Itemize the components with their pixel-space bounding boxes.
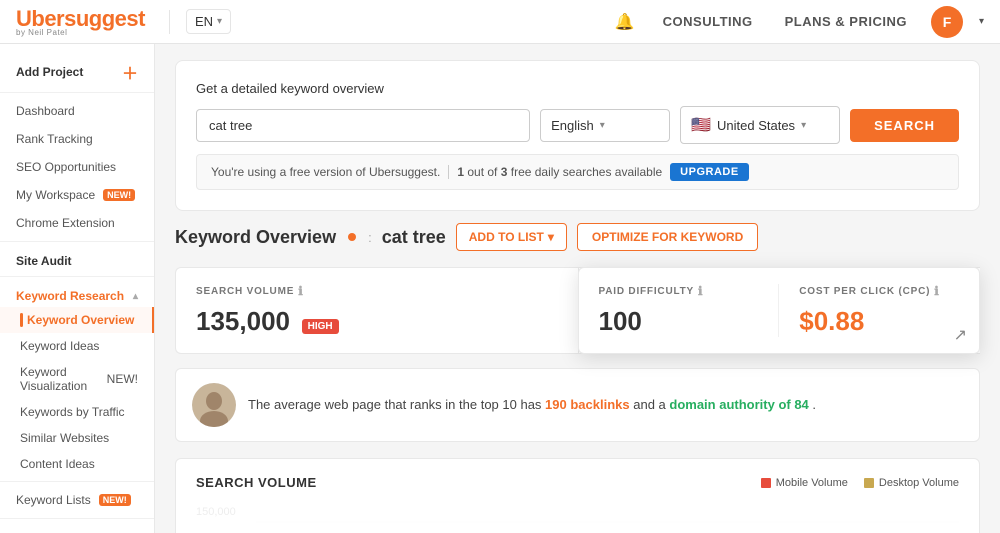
add-icon: ＋	[122, 60, 138, 84]
cursor-icon: ↗	[954, 325, 967, 345]
sidebar-item-rank-tracking[interactable]: Rank Tracking	[0, 125, 154, 153]
traffic-estimation-section[interactable]: Traffic Estimation ▸	[0, 523, 154, 533]
free-notice-bar: You're using a free version of Ubersugge…	[196, 154, 959, 190]
lang-label: EN	[195, 14, 213, 29]
language-value: English	[551, 118, 594, 133]
keyword-input[interactable]	[196, 109, 530, 142]
cpc-info-icon[interactable]: ℹ	[934, 284, 939, 298]
keyword-overview-title: Keyword Overview	[175, 227, 336, 248]
lang-dropdown-chevron-icon: ▾	[600, 120, 605, 131]
language-dropdown[interactable]: English ▾	[540, 109, 670, 142]
main-layout: Add Project ＋ Dashboard Rank Tracking SE…	[0, 44, 1000, 533]
searches-remaining-text: 1 out of 3 free daily searches available	[457, 165, 662, 179]
search-volume-value: 135,000 HIGH	[196, 306, 558, 337]
keyword-value: cat tree	[382, 227, 446, 248]
avatar-image	[192, 383, 236, 427]
sidebar: Add Project ＋ Dashboard Rank Tracking SE…	[0, 44, 155, 533]
kv-new-badge: NEW!	[107, 372, 138, 386]
search-row: English ▾ 🇺🇸 United States ▾ SEARCH	[196, 106, 959, 144]
location-dropdown[interactable]: 🇺🇸 United States ▾	[680, 106, 840, 144]
mobile-volume-color-icon	[761, 478, 771, 488]
active-indicator	[20, 313, 23, 327]
avatar-chevron-icon[interactable]: ▾	[979, 16, 984, 27]
high-badge: HIGH	[302, 319, 339, 334]
cpc-value: $0.88	[799, 306, 959, 337]
sv-title: SEARCH VOLUME	[196, 475, 317, 490]
cpc-label: COST PER CLICK (CPC) ℹ	[799, 284, 959, 298]
free-notice-text: You're using a free version of Ubersugge…	[211, 165, 440, 179]
consulting-nav-link[interactable]: CONSULTING	[655, 10, 761, 33]
sidebar-item-keyword-visualization[interactable]: Keyword Visualization NEW!	[0, 359, 154, 399]
sidebar-item-keywords-by-traffic[interactable]: Keywords by Traffic	[0, 399, 154, 425]
sidebar-item-keyword-ideas[interactable]: Keyword Ideas	[0, 333, 154, 359]
search-volume-card: SEARCH VOLUME ℹ 135,000 HIGH	[175, 267, 578, 354]
plans-pricing-nav-link[interactable]: PLANS & PRICING	[777, 10, 915, 33]
cpc-section: COST PER CLICK (CPC) ℹ $0.88	[779, 284, 959, 337]
chart-area: 150,000 100,000	[196, 502, 959, 533]
keyword-overview-header: Keyword Overview : cat tree ADD TO LIST …	[175, 223, 980, 251]
logo: Ubersuggest by Neil Patel	[16, 6, 145, 37]
search-volume-info-icon[interactable]: ℹ	[298, 284, 303, 298]
language-selector[interactable]: EN ▾	[186, 9, 231, 34]
location-chevron-icon: ▾	[801, 120, 806, 131]
domain-authority-highlight: domain authority of 84	[669, 397, 808, 412]
logo-sub: by Neil Patel	[16, 28, 145, 37]
paid-difficulty-value: 100	[599, 306, 759, 337]
keyword-dot-icon	[348, 233, 356, 241]
upgrade-overlay: UPGRADE TO SEE HISTORICAL KEYWORD DATA ℹ…	[196, 502, 959, 533]
site-audit-section[interactable]: Site Audit	[0, 246, 154, 272]
sidebar-item-chrome-extension[interactable]: Chrome Extension	[0, 209, 154, 237]
add-to-list-button[interactable]: ADD TO LIST ▾	[456, 223, 567, 251]
legend-desktop: Desktop Volume	[864, 477, 959, 489]
sidebar-item-keyword-lists[interactable]: Keyword Lists NEW!	[0, 486, 154, 514]
sidebar-item-dashboard[interactable]: Dashboard	[0, 97, 154, 125]
sidebar-item-content-ideas[interactable]: Content Ideas	[0, 451, 154, 477]
sidebar-item-similar-websites[interactable]: Similar Websites	[0, 425, 154, 451]
lang-chevron-icon: ▾	[217, 16, 222, 27]
keyword-research-section[interactable]: Keyword Research ▴	[0, 281, 154, 307]
kl-new-badge: NEW!	[99, 494, 131, 506]
add-project-button[interactable]: Add Project ＋	[0, 52, 154, 88]
add-to-list-chevron-icon: ▾	[548, 230, 554, 244]
my-workspace-new-badge: NEW!	[103, 189, 135, 201]
desktop-volume-color-icon	[864, 478, 874, 488]
keyword-search-area: Get a detailed keyword overview English …	[175, 60, 980, 211]
search-button[interactable]: SEARCH	[850, 109, 959, 142]
upgrade-button[interactable]: UPGRADE	[670, 163, 749, 181]
paid-difficulty-info-icon[interactable]: ℹ	[698, 284, 703, 298]
location-value: United States	[717, 118, 795, 133]
legend-mobile: Mobile Volume	[761, 477, 848, 489]
main-content: Get a detailed keyword overview English …	[155, 44, 1000, 533]
user-avatar[interactable]: F	[931, 6, 963, 38]
paid-difficulty-section: PAID DIFFICULTY ℹ 100	[599, 284, 780, 337]
keyword-research-chevron-icon: ▴	[133, 291, 138, 302]
sidebar-item-my-workspace[interactable]: My Workspace NEW!	[0, 181, 154, 209]
search-volume-label: SEARCH VOLUME ℹ	[196, 284, 558, 298]
notice-divider	[448, 165, 449, 179]
sidebar-item-keyword-overview[interactable]: Keyword Overview	[0, 307, 154, 333]
search-label: Get a detailed keyword overview	[196, 81, 959, 96]
keyword-input-wrap	[196, 109, 530, 142]
nav-divider	[169, 10, 170, 34]
top-nav: Ubersuggest by Neil Patel EN ▾ 🔔 CONSULT…	[0, 0, 1000, 44]
us-flag-icon: 🇺🇸	[691, 115, 711, 135]
paid-difficulty-label: PAID DIFFICULTY ℹ	[599, 284, 759, 298]
sv-legend: Mobile Volume Desktop Volume	[761, 477, 959, 489]
backlinks-highlight: 190 backlinks	[545, 397, 630, 412]
notification-bell-icon[interactable]: 🔔	[611, 8, 639, 36]
optimize-for-keyword-button[interactable]: OPTIMIZE FOR KEYWORD	[577, 223, 758, 251]
sv-header: SEARCH VOLUME Mobile Volume Desktop Volu…	[196, 475, 959, 490]
search-volume-section: SEARCH VOLUME Mobile Volume Desktop Volu…	[175, 458, 980, 533]
colon-separator: :	[368, 230, 372, 245]
description-text: The average web page that ranks in the t…	[248, 395, 816, 415]
sidebar-item-seo-opportunities[interactable]: SEO Opportunities	[0, 153, 154, 181]
metrics-container: SEARCH VOLUME ℹ 135,000 HIGH SEO DIFFICU…	[175, 267, 980, 354]
description-row: The average web page that ranks in the t…	[175, 368, 980, 442]
paid-difficulty-popup: PAID DIFFICULTY ℹ 100 COST PER CLICK (CP…	[578, 267, 981, 354]
